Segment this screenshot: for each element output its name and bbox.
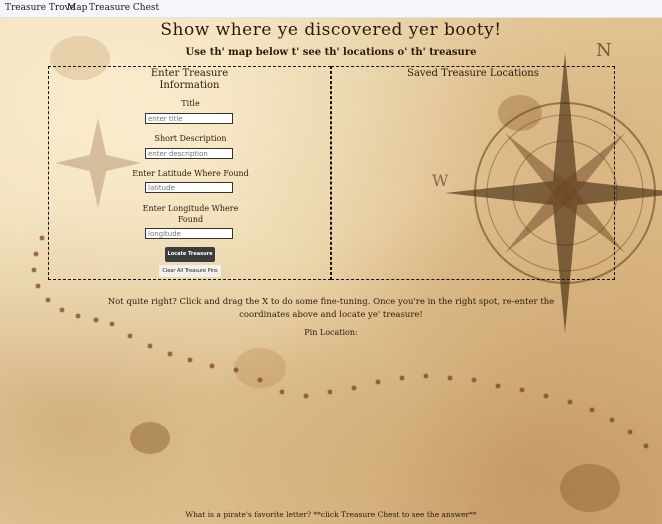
drag-help-text: Not quite right? Click and drag the X to…	[107, 297, 555, 320]
locate-treasure-button[interactable]: Locate Treasure	[165, 247, 215, 262]
longitude-label: Enter Longitude Where Found	[142, 204, 239, 224]
description-input[interactable]	[145, 148, 233, 159]
top-navbar: Treasure Trove Map Treasure Chest	[0, 0, 662, 18]
latitude-input[interactable]	[145, 182, 233, 193]
page-subtitle: Use th' map below t' see th' locations o…	[185, 47, 477, 58]
pin-location-label: Pin Location:	[304, 328, 358, 337]
longitude-input[interactable]	[145, 228, 233, 239]
clear-pins-button[interactable]: Clear All Treasure Pins	[159, 265, 221, 277]
nav-link-treasure-chest[interactable]: Treasure Chest	[89, 0, 159, 16]
saved-heading: Saved Treasure Locations	[407, 68, 539, 79]
footer-riddle: What is a pirate's favorite letter? **cl…	[185, 510, 477, 519]
treasure-form-panel: Enter Treasure Information Title Short D…	[48, 66, 331, 280]
description-label: Short Description	[154, 134, 227, 143]
saved-locations-panel: Saved Treasure Locations	[331, 66, 615, 280]
form-heading: Enter Treasure Information	[150, 68, 229, 91]
title-label: Title	[181, 99, 200, 108]
latitude-label: Enter Latitude Where Found	[132, 169, 249, 178]
page-title: Show where ye discovered yer booty!	[160, 20, 502, 40]
nav-link-map[interactable]: Map	[67, 0, 87, 16]
nav-brand[interactable]: Treasure Trove	[5, 0, 75, 16]
title-input[interactable]	[145, 113, 233, 124]
